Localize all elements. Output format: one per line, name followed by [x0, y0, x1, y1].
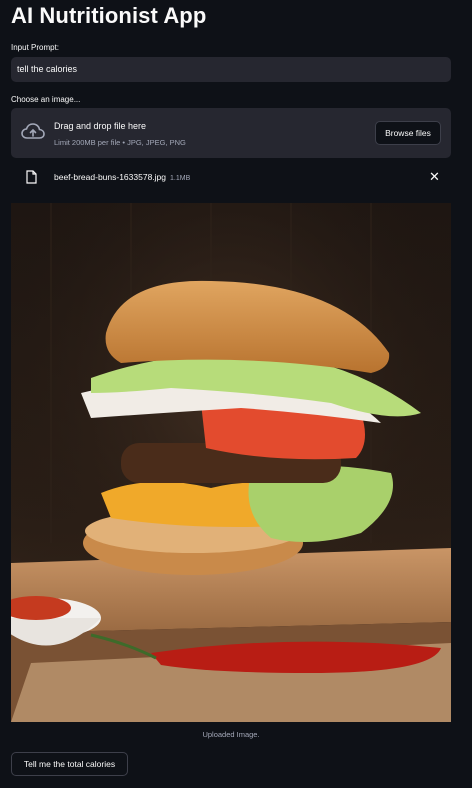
- burger-photo: [11, 203, 451, 722]
- upload-cloud-icon: [21, 123, 45, 139]
- browse-files-button[interactable]: Browse files: [375, 121, 441, 145]
- calories-submit-button[interactable]: Tell me the total calories: [11, 752, 128, 776]
- close-icon[interactable]: ✕: [429, 169, 440, 185]
- uploader-label: Choose an image...: [11, 95, 81, 104]
- dropzone-instructions: Drag and drop file here: [54, 121, 147, 131]
- uploaded-image: [11, 203, 451, 722]
- prompt-input[interactable]: tell the calories: [11, 57, 451, 82]
- file-name: beef-bread-buns-1633578.jpg 1.1MB: [54, 172, 190, 182]
- dropzone-limit: Limit 200MB per file • JPG, JPEG, PNG: [54, 138, 186, 147]
- prompt-label: Input Prompt:: [11, 43, 60, 52]
- file-name-text: beef-bread-buns-1633578.jpg: [54, 172, 167, 182]
- image-caption: Uploaded Image.: [202, 730, 260, 739]
- app-title: AI Nutritionist App: [11, 3, 207, 28]
- file-dropzone[interactable]: Drag and drop file here Limit 200MB per …: [11, 108, 451, 158]
- file-size: 1.1MB: [170, 175, 191, 182]
- uploaded-file-row: beef-bread-buns-1633578.jpg 1.1MB ✕: [11, 164, 451, 190]
- file-icon: [26, 170, 37, 184]
